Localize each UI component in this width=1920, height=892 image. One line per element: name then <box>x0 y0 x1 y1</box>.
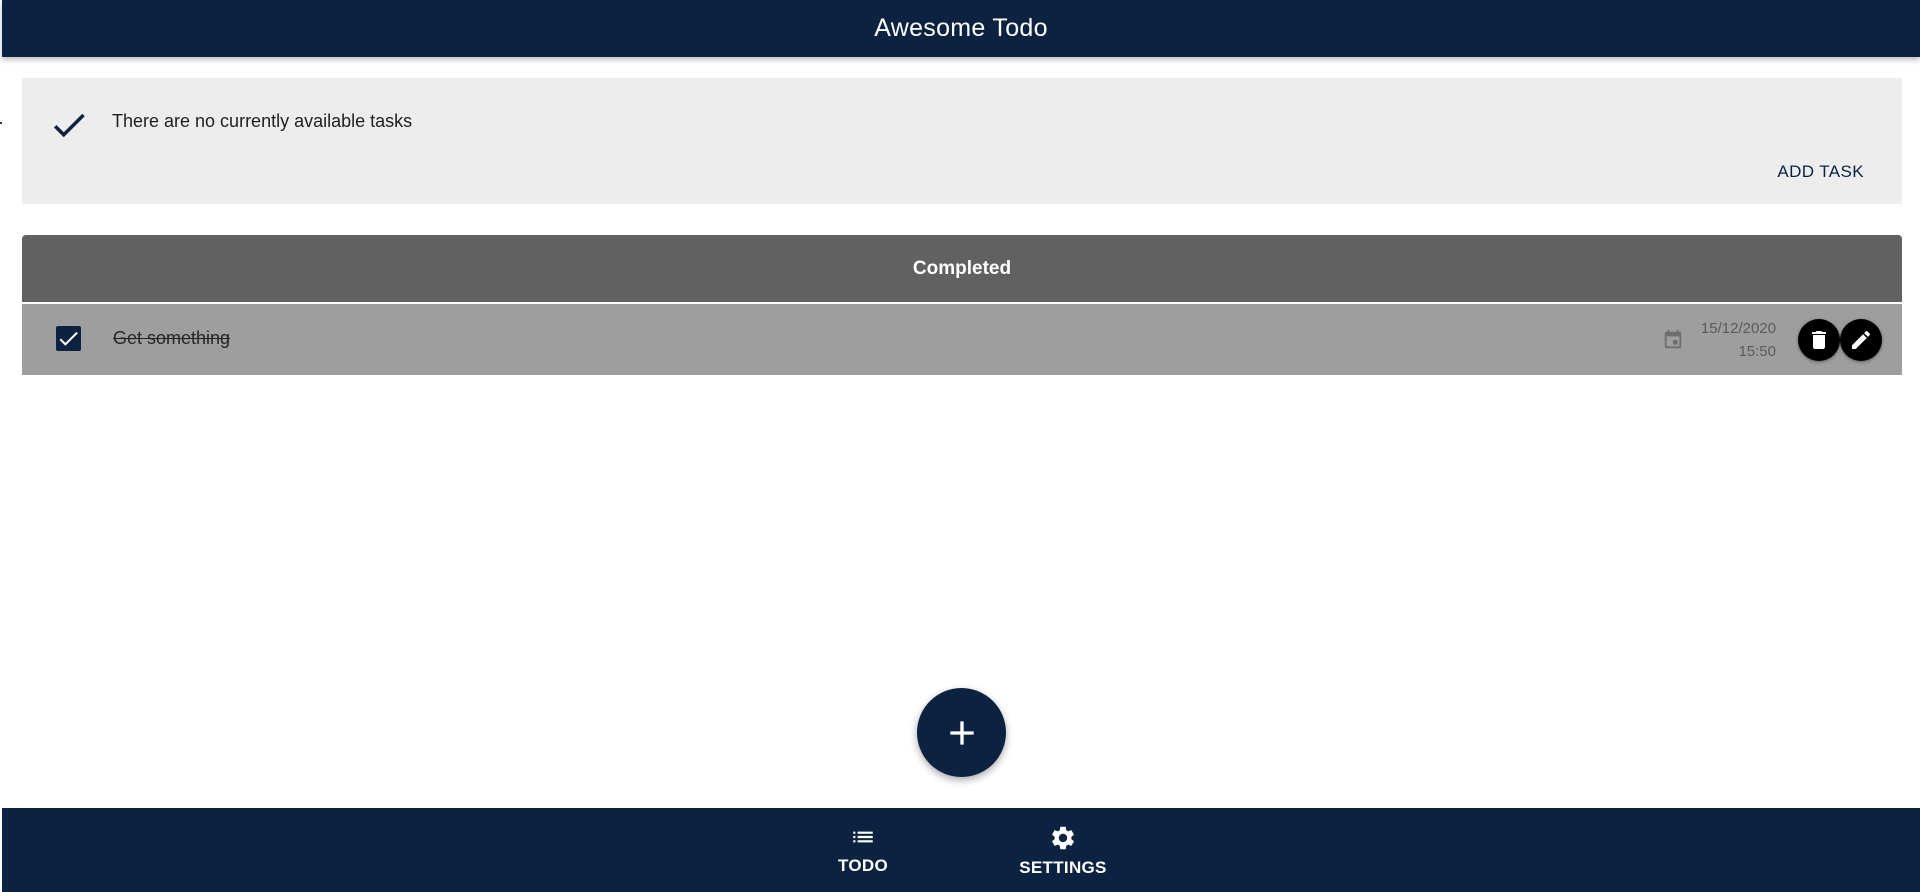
completed-header[interactable]: Completed <box>22 235 1902 302</box>
completed-task-row[interactable]: Get something 15/12/2020 15:50 <box>22 304 1902 375</box>
empty-tasks-banner: There are no currently available tasks A… <box>22 78 1902 204</box>
bottom-navigation: TODO SETTINGS <box>2 808 1920 892</box>
list-icon <box>853 831 873 843</box>
gear-icon <box>1052 826 1074 850</box>
edit-task-button[interactable] <box>1840 319 1882 361</box>
task-checkbox[interactable] <box>56 326 81 351</box>
top-app-bar: Awesome Todo <box>2 0 1920 57</box>
check-icon <box>53 113 85 138</box>
task-label: Get something <box>113 328 231 348</box>
pencil-icon <box>1852 330 1871 349</box>
delete-task-button[interactable] <box>1798 319 1840 361</box>
add-task-fab[interactable] <box>917 688 1006 777</box>
nav-label-todo: TODO <box>837 856 888 875</box>
app-title: Awesome Todo <box>874 14 1048 42</box>
task-date: 15/12/2020 <box>1700 320 1776 337</box>
add-task-button[interactable]: ADD TASK <box>1777 162 1864 182</box>
banner-message: There are no currently available tasks <box>112 111 413 131</box>
task-datetime: 15/12/2020 15:50 <box>1701 317 1776 363</box>
calendar-icon <box>1664 329 1682 349</box>
completed-header-label: Completed <box>912 257 1012 279</box>
task-time: 15:50 <box>1738 343 1776 360</box>
nav-item-settings[interactable]: SETTINGS <box>1002 824 1124 878</box>
checkmark-icon <box>59 331 78 346</box>
trash-icon <box>1812 331 1826 349</box>
edge-mark <box>0 122 2 124</box>
nav-item-todo[interactable]: TODO <box>820 824 906 876</box>
plus-icon <box>949 720 974 745</box>
completed-panel: Completed Get something 15/12/2020 15:50 <box>22 235 1902 375</box>
app-root: Awesome Todo There are no currently avai… <box>0 0 1920 892</box>
nav-label-settings: SETTINGS <box>1019 858 1107 877</box>
